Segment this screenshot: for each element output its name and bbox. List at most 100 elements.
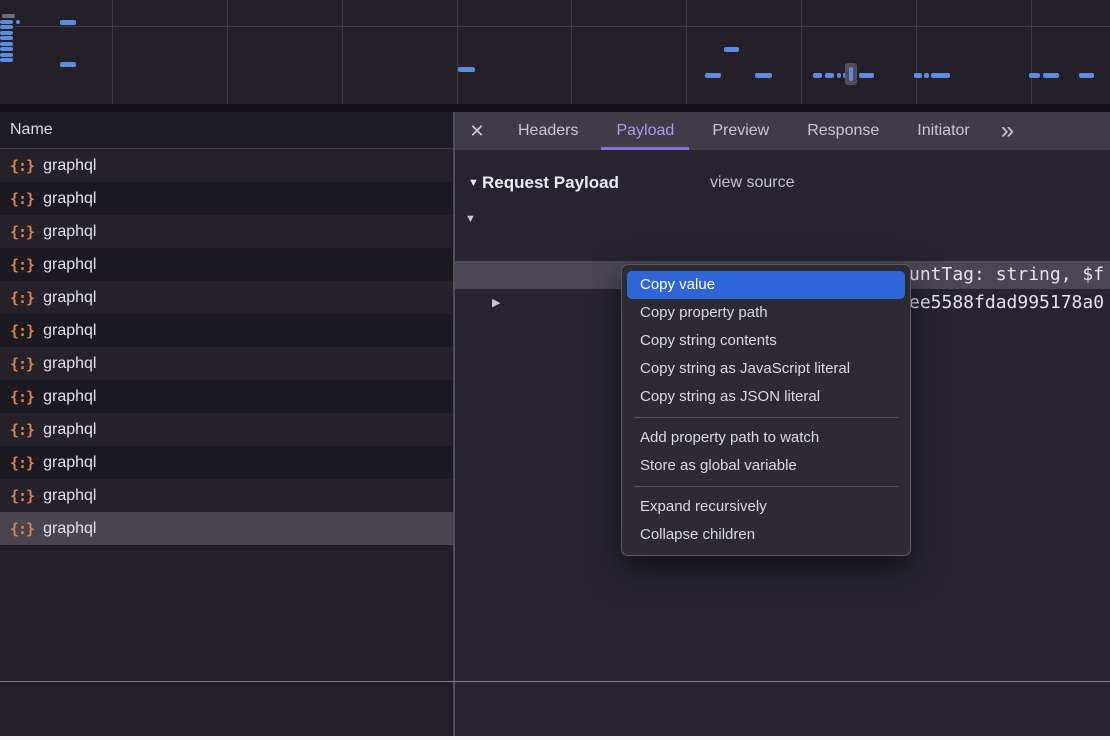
tab-headers[interactable]: Headers	[503, 112, 593, 150]
json-resource-icon: {:}	[10, 289, 34, 307]
request-name-label: graphql	[43, 256, 96, 274]
request-waterfall-bar	[1043, 73, 1059, 78]
request-waterfall-bar	[931, 73, 950, 78]
request-row-graphql[interactable]: {:} graphql	[0, 446, 453, 479]
collapsed-arrow-icon[interactable]: ▶	[492, 289, 500, 317]
column-header-name[interactable]: Name	[0, 112, 453, 149]
summary-bar-divider	[0, 681, 1110, 682]
menu-item-copy-value[interactable]: Copy value	[627, 271, 905, 299]
json-resource-icon: {:}	[10, 256, 34, 274]
request-waterfall-bar	[924, 73, 929, 78]
timeline-gridline	[227, 0, 228, 104]
timeline-gridline	[1031, 0, 1032, 104]
request-row-graphql[interactable]: {:} graphql	[0, 512, 453, 545]
request-name-label: graphql	[43, 421, 96, 439]
timeline-gridline	[801, 0, 802, 104]
network-overview-timeline[interactable]	[0, 0, 1110, 104]
details-tab-bar: ✕ HeadersPayloadPreviewResponseInitiator…	[455, 112, 1110, 150]
menu-separator	[634, 486, 898, 487]
request-waterfall-bar	[458, 67, 475, 72]
request-row-graphql[interactable]: {:} graphql	[0, 413, 453, 446]
menu-item-store-as-global-variable[interactable]: Store as global variable	[622, 452, 910, 480]
panel-separator-band	[0, 104, 1110, 112]
expanded-arrow-icon[interactable]: ▼	[465, 205, 476, 233]
tab-preview[interactable]: Preview	[697, 112, 784, 150]
request-name-label: graphql	[43, 157, 96, 175]
request-row-graphql[interactable]: {:} graphql	[0, 281, 453, 314]
json-resource-icon: {:}	[10, 520, 34, 538]
hovered-request-bar	[849, 67, 853, 81]
request-waterfall-bar	[0, 36, 13, 40]
request-waterfall-bar	[0, 47, 13, 51]
request-payload-section: ▼ Request Payload view source	[455, 168, 1110, 198]
request-name-label: graphql	[43, 289, 96, 307]
context-menu: Copy valueCopy property pathCopy string …	[621, 264, 911, 556]
request-waterfall-bar	[0, 58, 13, 62]
request-row-graphql[interactable]: {:}graphql	[0, 182, 453, 215]
requests-list-panel: Name {:}graphql{:}graphql{:}graphql{:}gr…	[0, 112, 453, 740]
menu-separator	[634, 417, 898, 418]
menu-item-copy-property-path[interactable]: Copy property path	[622, 299, 910, 327]
request-row-graphql[interactable]: {:}graphql	[0, 380, 453, 413]
menu-item-expand-recursively[interactable]: Expand recursively	[622, 493, 910, 521]
request-name-label: graphql	[43, 355, 96, 373]
request-row-graphql[interactable]: {:} graphql	[0, 248, 453, 281]
request-waterfall-bar	[0, 25, 13, 29]
request-waterfall-bar	[859, 73, 874, 78]
json-resource-icon: {:}	[10, 355, 34, 373]
json-resource-icon: {:}	[10, 421, 34, 439]
menu-item-copy-string-as-javascript-literal[interactable]: Copy string as JavaScript literal	[622, 355, 910, 383]
request-waterfall-bar	[705, 73, 721, 78]
request-row-graphql[interactable]: {:} graphql	[0, 149, 453, 182]
request-waterfall-bar	[60, 62, 76, 67]
json-row-operationname[interactable]: operationName: "ipFlowTimeseries"	[455, 233, 1110, 261]
request-waterfall-bar	[60, 20, 76, 25]
request-name-label: graphql	[43, 454, 96, 472]
requests-list: {:} graphql {:} graphql {:} graphql {:} graphql…	[0, 149, 453, 545]
request-name-label: graphql	[43, 322, 96, 340]
request-row-graphql[interactable]: {:} graphql	[0, 215, 453, 248]
menu-item-add-property-path-to-watch[interactable]: Add property path to watch	[622, 424, 910, 452]
timeline-gridline	[0, 26, 1110, 27]
section-collapse-icon[interactable]: ▼	[468, 168, 479, 198]
request-waterfall-bar	[16, 20, 20, 24]
request-row-graphql[interactable]: {:} graphql	[0, 314, 453, 347]
json-resource-icon: {:}	[10, 223, 34, 241]
request-row-graphql[interactable]: {:} graphql	[0, 479, 453, 512]
request-name-label: graphql	[43, 190, 96, 208]
timeline-gridline	[342, 0, 343, 104]
timeline-gridline	[571, 0, 572, 104]
json-resource-icon: {:}	[10, 157, 34, 175]
more-tabs-icon[interactable]: »	[1001, 112, 1014, 150]
json-resource-icon: {:}	[10, 322, 34, 340]
json-resource-icon: {:}	[10, 454, 34, 472]
request-waterfall-bar	[0, 20, 13, 24]
request-name-label: graphql	[43, 223, 96, 241]
timeline-gridline	[112, 0, 113, 104]
request-waterfall-bar	[1079, 73, 1094, 78]
timeline-gridline	[916, 0, 917, 104]
request-waterfall-bar	[825, 73, 834, 78]
property-value-right: ee5588fdad995178a0	[909, 289, 1104, 317]
request-name-label: graphql	[43, 487, 96, 505]
window-bottom-edge	[0, 736, 1110, 740]
request-waterfall-bar	[2, 14, 15, 18]
json-resource-icon: {:}	[10, 487, 34, 505]
request-waterfall-bar	[724, 47, 739, 52]
tab-initiator[interactable]: Initiator	[902, 112, 984, 150]
menu-item-copy-string-as-json-literal[interactable]: Copy string as JSON literal	[622, 383, 910, 411]
json-root-row[interactable]: ▼ {operationName: "ipFlowTimeseries", va…	[455, 205, 1110, 233]
request-waterfall-bar	[0, 31, 13, 35]
request-payload-title: Request Payload	[482, 168, 619, 198]
menu-item-collapse-children[interactable]: Collapse children	[622, 521, 910, 549]
tab-response[interactable]: Response	[792, 112, 894, 150]
tab-payload[interactable]: Payload	[601, 112, 689, 150]
devtools-network-panel: Name {:}graphql{:}graphql{:}graphql{:}gr…	[0, 0, 1110, 740]
request-row-graphql[interactable]: {:} graphql	[0, 347, 453, 380]
request-name-label: graphql	[43, 388, 96, 406]
view-source-link[interactable]: view source	[710, 168, 794, 198]
close-icon[interactable]: ✕	[455, 121, 499, 142]
request-name-label: graphql	[43, 520, 96, 538]
menu-item-copy-string-contents[interactable]: Copy string contents	[622, 327, 910, 355]
details-tabs: HeadersPayloadPreviewResponseInitiator	[499, 112, 989, 150]
